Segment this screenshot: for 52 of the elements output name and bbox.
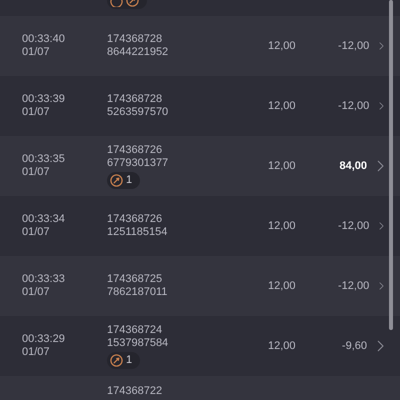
ticket-id: 6779301377 <box>107 156 170 170</box>
table-row[interactable]: 00:33:40 01/07 174368728 8644221952 12,00 -12,00 <box>0 16 400 76</box>
stake-amount: 12,00 <box>267 218 297 234</box>
ticket-id: 1537987584 <box>107 336 170 350</box>
date-text: 01/07 <box>22 346 51 359</box>
stake-amount: 12,00 <box>267 38 297 54</box>
table-row[interactable]: 00:33:33 01/07 174368725 7862187011 12,00 -12,00 <box>0 256 400 316</box>
chevron-right-icon <box>379 40 384 52</box>
stake-amount: 12,00 <box>267 278 297 294</box>
result-amount: -12,00 <box>338 98 370 114</box>
stake-amount: 12,00 <box>267 158 297 174</box>
ticket-id: 174368724 <box>107 324 164 336</box>
time-text: 00:33:33 <box>22 273 66 286</box>
date-text: 01/07 <box>22 106 51 119</box>
result-amount: -9,60 <box>340 338 367 354</box>
ticket-id: 1251185154 <box>107 226 168 239</box>
date-text: 01/07 <box>22 46 51 59</box>
ticket-id: 8644221952 <box>107 46 170 59</box>
ticket-id: 7862187011 <box>107 286 168 299</box>
time-text: 00:33:39 <box>22 93 66 106</box>
time-text: 00:33:40 <box>22 33 66 46</box>
scrollbar-thumb[interactable] <box>389 0 393 330</box>
stake-amount: 12,00 <box>267 98 297 114</box>
ticket-id: 174368728 <box>107 33 164 46</box>
compass-icon <box>110 174 123 186</box>
table-row[interactable]: 174368722 <box>0 376 400 400</box>
stake-amount: 12,00 <box>267 338 297 354</box>
compass-icon <box>110 354 123 366</box>
badge-count: 1 <box>126 354 132 366</box>
ticket-id: 174368728 <box>107 93 164 106</box>
badge-count: 1 <box>126 174 132 186</box>
time-text: 00:33:34 <box>22 213 66 226</box>
time-text: 00:33:35 <box>22 153 66 166</box>
result-amount: 84,00 <box>338 158 367 174</box>
table-row[interactable]: 00:33:35 01/07 174368726 6779301377 1 12,00 84,00 <box>0 136 400 196</box>
time-text: 00:33:29 <box>22 333 66 346</box>
chevron-right-icon <box>377 340 384 352</box>
ticket-id: 5263597570 <box>107 106 170 119</box>
chevron-right-icon <box>379 100 384 112</box>
date-text: 01/07 <box>22 166 51 179</box>
ticket-id: 174368725 <box>107 273 164 286</box>
chevron-right-icon <box>377 160 384 172</box>
result-amount: -12,00 <box>338 38 370 54</box>
chevron-right-icon <box>379 220 384 232</box>
date-text: 01/07 <box>22 226 51 239</box>
result-amount: -12,00 <box>338 218 370 234</box>
ticket-id: 174368722 <box>107 385 162 399</box>
result-amount: -12,00 <box>338 278 370 294</box>
date-text: 01/07 <box>22 286 51 299</box>
ticket-id: 174368726 <box>107 213 164 226</box>
ticket-id: 174368726 <box>107 144 164 156</box>
chevron-right-icon <box>379 280 384 292</box>
